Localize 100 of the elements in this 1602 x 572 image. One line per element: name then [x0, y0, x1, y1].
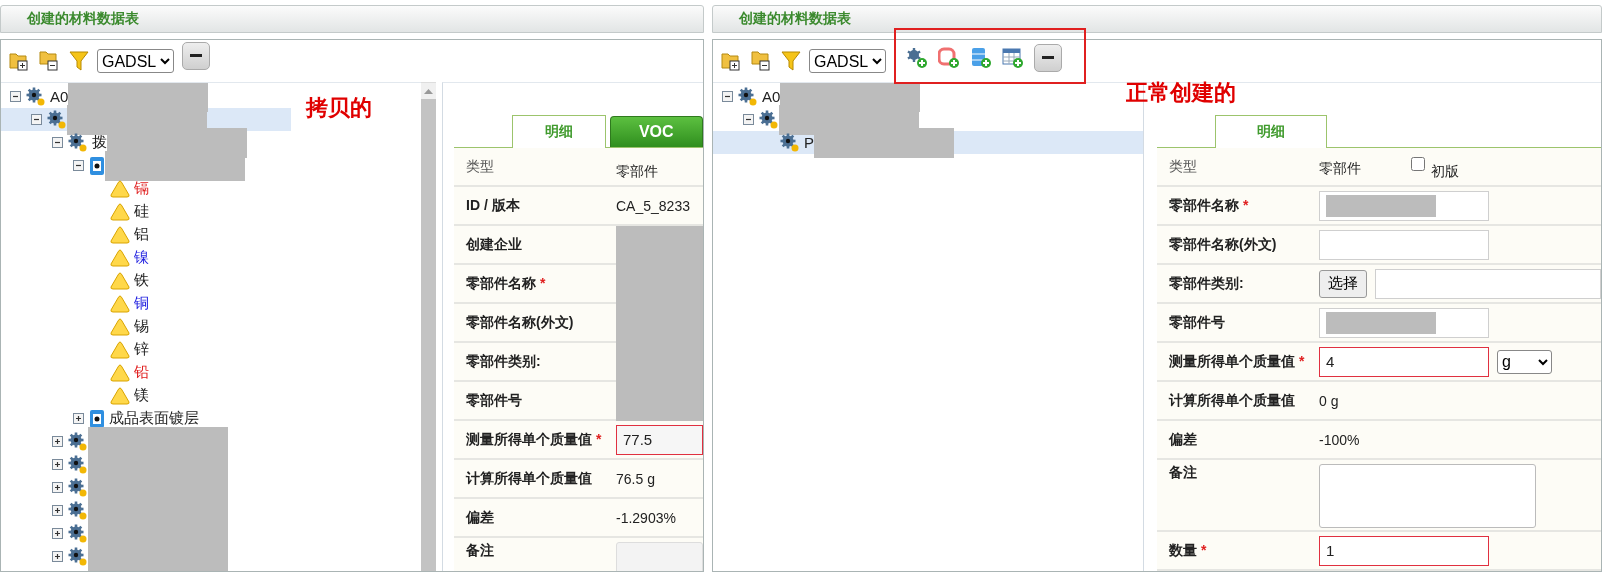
tree-row[interactable]: 锌	[1, 338, 149, 361]
expand-icon[interactable]	[52, 505, 63, 516]
add-record-icon[interactable]	[938, 47, 960, 69]
tree-row[interactable]: 镁	[1, 384, 149, 407]
notes-field[interactable]	[1319, 464, 1536, 528]
filter-icon[interactable]	[781, 50, 801, 72]
input-field[interactable]	[1319, 190, 1489, 221]
tree-row[interactable]: 锡	[1, 315, 149, 338]
input-field[interactable]	[1319, 229, 1489, 260]
gear-icon	[68, 477, 88, 498]
tree-row[interactable]: 铅	[1, 361, 149, 384]
folder-plus-icon[interactable]	[721, 50, 743, 72]
collapse-icon[interactable]	[31, 114, 42, 125]
field-label: 零部件类别:	[466, 352, 541, 369]
field-label: 创建企业	[466, 235, 522, 252]
field-label: 数量	[1169, 541, 1197, 558]
gear-icon	[759, 109, 779, 130]
field-label: 零部件类别:	[1169, 274, 1244, 291]
field-label: 零部件号	[466, 391, 522, 408]
expand-icon[interactable]	[52, 551, 63, 562]
field-label: 测量所得单个质量值	[466, 430, 592, 447]
input-field[interactable]: 4	[1319, 346, 1489, 377]
node-label: 拨	[92, 133, 107, 152]
field-label: 类型	[466, 156, 494, 174]
field-label: ID / 版本	[466, 196, 520, 213]
folder-minus-icon[interactable]	[39, 50, 61, 72]
input-field[interactable]: 77.5	[616, 424, 703, 455]
triangle-icon	[110, 248, 130, 267]
field-label: 备注	[1169, 464, 1197, 480]
add-gear-icon[interactable]	[906, 47, 928, 69]
standard-select[interactable]: GADSL	[97, 49, 174, 73]
tree-row[interactable]: 铝	[1, 223, 149, 246]
gear-icon	[780, 132, 800, 153]
triangle-icon	[110, 317, 130, 336]
field-label: 测量所得单个质量值	[1169, 352, 1295, 369]
tree-row[interactable]: 镍	[1, 246, 149, 269]
gear-icon	[47, 109, 67, 130]
component-icon	[89, 155, 105, 176]
gear-icon	[68, 454, 88, 475]
checkbox-label: 初版	[1431, 163, 1459, 181]
filter-icon[interactable]	[69, 50, 89, 72]
minus-icon	[190, 54, 202, 58]
triangle-icon	[110, 202, 130, 221]
field-label: 零部件名称	[466, 274, 536, 291]
expand-icon[interactable]	[73, 413, 84, 424]
gear-icon	[68, 132, 88, 153]
tab[interactable]: 明细	[512, 115, 606, 148]
gear-icon	[68, 431, 88, 452]
input-field[interactable]	[1319, 307, 1489, 338]
folder-minus-icon[interactable]	[751, 50, 773, 72]
tree-row[interactable]: 铜	[1, 292, 149, 315]
input-field[interactable]	[1375, 268, 1601, 299]
expand-icon[interactable]	[52, 482, 63, 493]
field-value: 零部件	[616, 163, 658, 181]
add-database-icon[interactable]	[970, 47, 992, 69]
triangle-icon	[110, 271, 130, 290]
collapse-button[interactable]	[182, 42, 210, 70]
annotation-text: 正常创建的	[1126, 79, 1236, 107]
add-table-icon[interactable]	[1002, 47, 1024, 69]
tree-row[interactable]: 铁	[1, 269, 149, 292]
component-icon	[89, 408, 105, 429]
triangle-icon	[110, 363, 130, 382]
expand-icon[interactable]	[52, 436, 63, 447]
field-value: CA_5_8233	[616, 197, 690, 214]
triangle-icon	[110, 340, 130, 359]
first-version-checkbox[interactable]	[1411, 157, 1425, 171]
collapse-icon[interactable]	[743, 114, 754, 125]
folder-plus-icon[interactable]	[9, 50, 31, 72]
gear-icon	[26, 86, 46, 107]
tree-row[interactable]: 成品表面镀层	[1, 407, 199, 430]
tree-row[interactable]: 镉	[1, 177, 149, 200]
node-label: 镍	[134, 248, 149, 267]
input-field[interactable]: 1	[1319, 535, 1489, 566]
triangle-icon	[110, 386, 130, 405]
scrollbar[interactable]	[421, 82, 436, 571]
required-mark: *	[539, 274, 546, 291]
select-button[interactable]: 选择	[1319, 269, 1367, 298]
field-value: 零部件	[1319, 160, 1361, 178]
tab[interactable]: 明细	[1215, 115, 1327, 148]
triangle-icon	[110, 294, 130, 313]
collapse-icon[interactable]	[10, 91, 21, 102]
minus-icon	[1042, 56, 1054, 60]
standard-select[interactable]: GADSL	[809, 49, 886, 73]
collapse-icon[interactable]	[722, 91, 733, 102]
expand-icon[interactable]	[52, 459, 63, 470]
node-label: P	[804, 134, 814, 151]
unit-select[interactable]: g	[1497, 349, 1552, 374]
node-label: 镉	[134, 179, 149, 198]
node-label: 铁	[134, 271, 149, 290]
gear-icon	[68, 523, 88, 544]
collapse-icon[interactable]	[52, 137, 63, 148]
triangle-icon	[110, 225, 130, 244]
node-label: A0	[50, 88, 69, 105]
required-mark: *	[1242, 196, 1249, 213]
collapse-button[interactable]	[1034, 44, 1062, 72]
expand-icon[interactable]	[52, 528, 63, 539]
node-label: 镁	[134, 386, 149, 405]
tree-row[interactable]: 硅	[1, 200, 149, 223]
annotation-text: 拷贝的	[306, 94, 372, 122]
collapse-icon[interactable]	[73, 160, 84, 171]
